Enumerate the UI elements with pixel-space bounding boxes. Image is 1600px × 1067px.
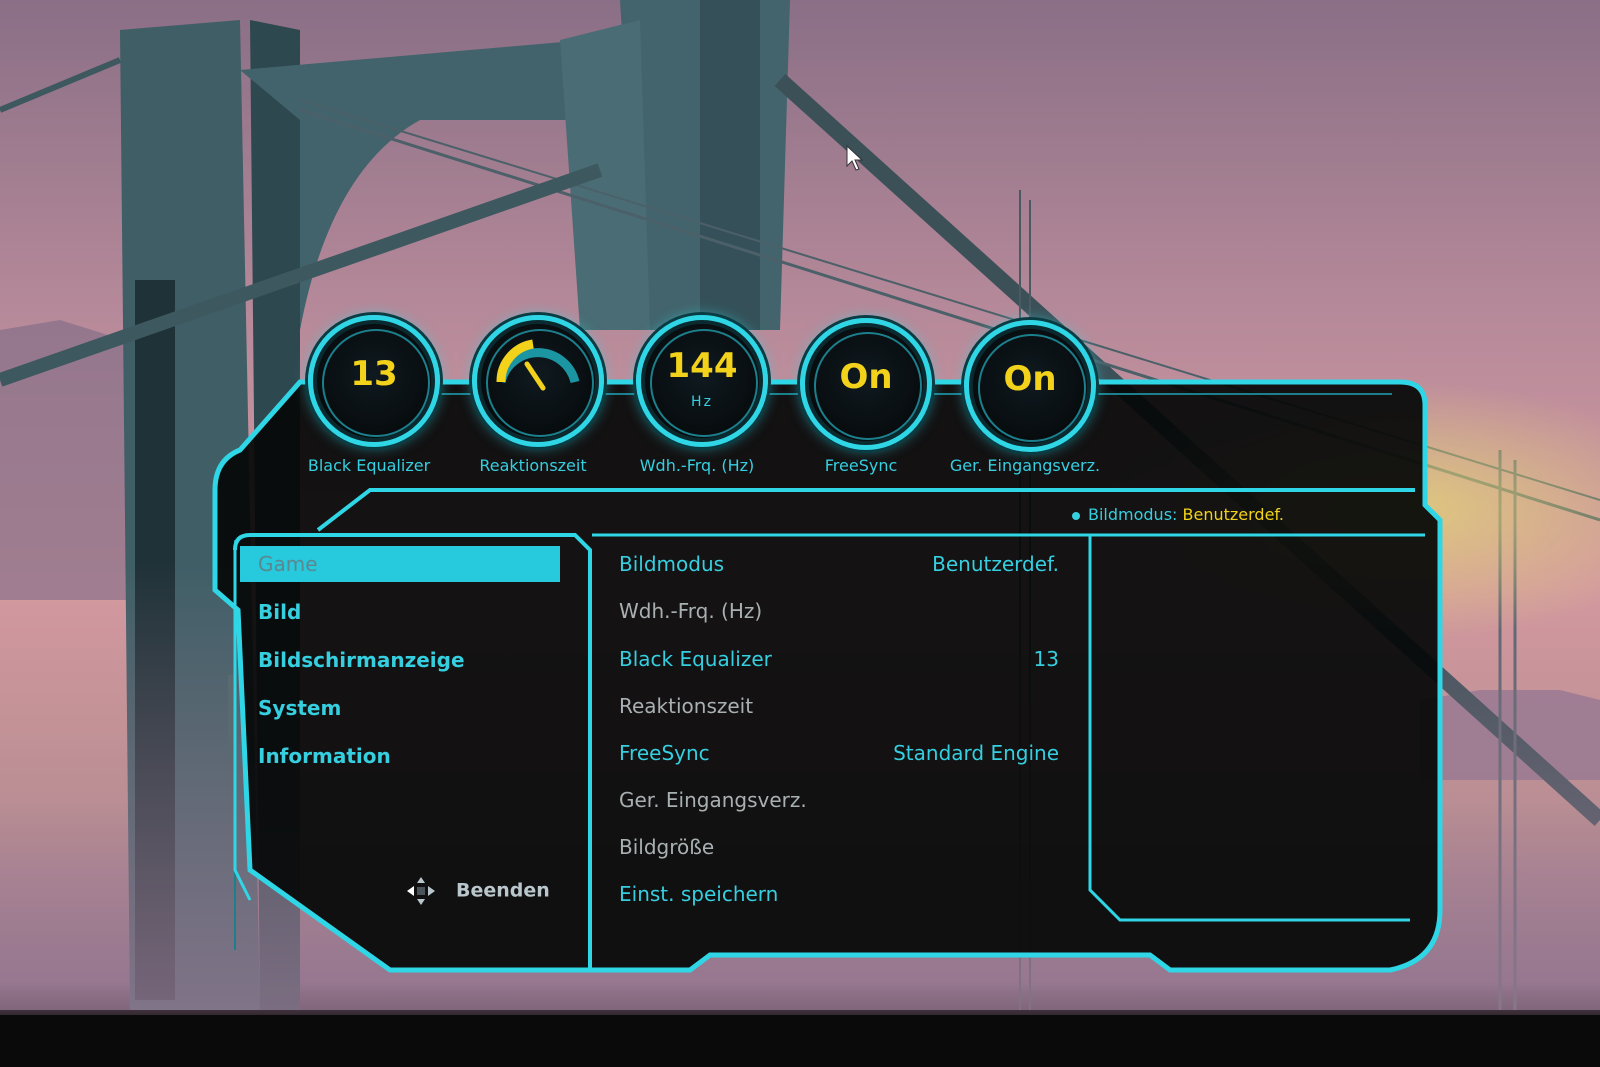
exit-button[interactable]: Beenden [406,876,550,906]
menu-item-bild[interactable]: Bild [240,594,560,630]
menu-item-information[interactable]: Information [240,738,560,774]
status-dot-icon [1072,511,1080,520]
setting-label: Reaktionszeit [619,694,754,718]
exit-label: Beenden [456,879,550,902]
setting-row-bildgroesse: Bildgröße [619,832,1059,862]
status-label: Bildmodus: [1088,505,1178,524]
gauge-input-lag: On [964,320,1096,452]
gauge-label-input-lag: Ger. Eingangsverz. [949,456,1101,475]
gauge-value: On [839,357,893,397]
setting-label: Bildmodus [619,552,725,576]
gauge-refresh-rate: 144 Hz [636,315,768,447]
setting-row-reaktionszeit: Reaktionszeit [619,691,1059,721]
setting-row-refresh-rate: Wdh.-Frq. (Hz) [619,596,1059,626]
setting-label: Einst. speichern [619,882,779,906]
joystick-direction-icon [407,877,435,905]
setting-row-black-equalizer[interactable]: Black Equalizer 13 [619,644,1059,674]
status-value: Benutzerdef. [1182,505,1284,524]
mouse-cursor-icon [846,144,864,171]
gauge-value: 144 [666,346,738,386]
setting-row-save-settings[interactable]: Einst. speichern [619,879,1059,909]
gauge-value: On [1003,359,1057,399]
setting-value: 13 [1033,647,1059,671]
setting-row-bildmodus[interactable]: Bildmodus Benutzerdef. [619,549,1059,579]
gauge-value: 13 [350,354,398,394]
setting-row-input-lag: Ger. Eingangsverz. [619,785,1059,815]
osd-panel: 13 Black Equalizer Reaktionszeit 144 Hz … [210,310,1460,1010]
gauge-reaktionszeit [472,315,604,447]
menu-item-system[interactable]: System [240,690,560,726]
gauge-unit: Hz [691,394,713,410]
setting-label: Ger. Eingangsverz. [619,788,807,812]
monitor-bezel [0,1015,1600,1067]
menu-item-bildschirmanzeige[interactable]: Bildschirmanzeige [240,642,560,678]
setting-value: Benutzerdef. [932,552,1059,576]
menu-item-game[interactable]: Game [240,546,560,582]
setting-label: Bildgröße [619,835,715,859]
setting-value: Standard Engine [893,741,1059,765]
setting-label: Wdh.-Frq. (Hz) [619,599,763,623]
gauge-freesync: On [800,318,932,450]
setting-label: Black Equalizer [619,647,772,671]
setting-row-freesync[interactable]: FreeSync Standard Engine [619,738,1059,768]
gauge-black-equalizer: 13 [308,315,440,447]
setting-label: FreeSync [619,741,710,765]
speedometer-icon [496,339,580,391]
picture-mode-status: Bildmodus: Benutzerdef. [1072,505,1284,524]
